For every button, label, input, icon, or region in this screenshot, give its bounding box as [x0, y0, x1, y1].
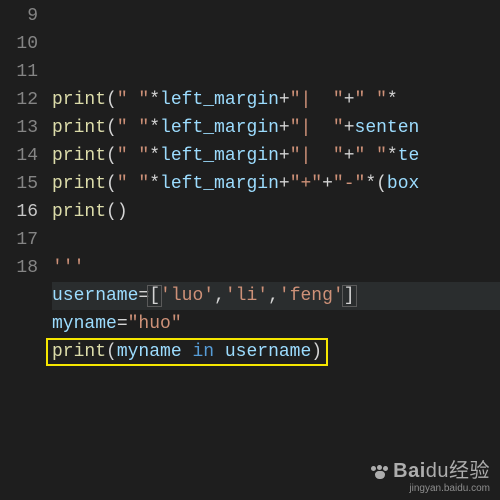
- watermark-brand-c: 经验: [449, 460, 490, 482]
- code-editor[interactable]: 9101112131415161718 print(" "*left_margi…: [0, 0, 500, 500]
- line-number-gutter: 9101112131415161718: [0, 0, 52, 500]
- watermark-sub: jingyan.baidu.com: [371, 483, 490, 495]
- line-number: 16: [0, 198, 38, 226]
- code-line[interactable]: print(" "*left_margin+"| "+senten: [52, 114, 500, 142]
- line-number: 13: [0, 114, 38, 142]
- code-line[interactable]: print(" "*left_margin+"+"+"-"*(box: [52, 170, 500, 198]
- code-line[interactable]: ''': [52, 254, 500, 282]
- line-number: 15: [0, 170, 38, 198]
- line-number: 18: [0, 254, 38, 282]
- code-area[interactable]: print(" "*left_margin+"| "+" "*print(" "…: [52, 0, 500, 500]
- code-line[interactable]: [52, 226, 500, 254]
- code-line[interactable]: print(myname in username): [52, 338, 500, 366]
- code-line[interactable]: print(" "*left_margin+"| "+" "*: [52, 86, 500, 114]
- paw-icon: [371, 465, 389, 479]
- line-number: 9: [0, 2, 38, 30]
- code-line[interactable]: myname="huo": [52, 310, 500, 338]
- watermark-brand-a: Bai: [393, 460, 426, 482]
- line-number: 14: [0, 142, 38, 170]
- watermark-brand-b: du: [426, 460, 449, 482]
- code-line[interactable]: print(): [52, 198, 500, 226]
- code-line[interactable]: username=['luo','li','feng']: [52, 282, 500, 310]
- line-number: 17: [0, 226, 38, 254]
- code-line[interactable]: print(" "*left_margin+"| "+" "*te: [52, 142, 500, 170]
- line-number: 11: [0, 58, 38, 86]
- line-number: 12: [0, 86, 38, 114]
- watermark: Baidu经验 jingyan.baidu.com: [371, 460, 490, 495]
- line-number: 10: [0, 30, 38, 58]
